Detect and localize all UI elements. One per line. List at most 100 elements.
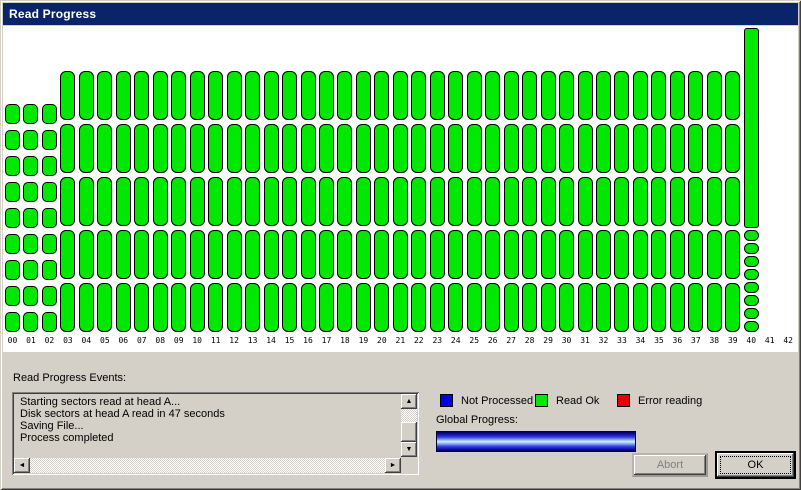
- sector-read-ok: [97, 283, 112, 332]
- sector-read-ok: [688, 283, 703, 332]
- sector-column: 25: [467, 28, 482, 345]
- sector-column: 32: [596, 28, 611, 345]
- sector-column: 16: [301, 28, 316, 345]
- column-label: 01: [23, 336, 38, 345]
- column-label: 19: [356, 336, 371, 345]
- sector-column: 35: [651, 28, 666, 345]
- sector-column: 10: [190, 28, 205, 345]
- sector-read-ok: [356, 71, 371, 120]
- column-label: 30: [559, 336, 574, 345]
- sector-read-ok: [430, 71, 445, 120]
- sector-read-ok: [633, 230, 648, 279]
- sector-read-ok: [504, 71, 519, 120]
- sector-read-ok: [522, 177, 537, 226]
- events-label: Read Progress Events:: [13, 372, 126, 384]
- abort-button[interactable]: Abort: [632, 453, 708, 477]
- sector-read-ok: [485, 177, 500, 226]
- column-label: 10: [190, 336, 205, 345]
- sector-read-ok: [522, 230, 537, 279]
- sector-read-ok: [633, 71, 648, 120]
- ok-label: OK: [748, 459, 764, 471]
- sector-read-ok: [23, 130, 38, 150]
- event-line[interactable]: Starting sectors read at head A...: [20, 396, 399, 408]
- events-listbox[interactable]: Starting sectors read at head A...Disk s…: [12, 392, 419, 475]
- column-label: 29: [541, 336, 556, 345]
- horizontal-scroll-track[interactable]: [30, 458, 385, 473]
- sector-read-ok: [707, 230, 722, 279]
- sector-read-ok: [541, 71, 556, 120]
- sector-read-ok: [282, 283, 297, 332]
- sector-column: 06: [116, 28, 131, 345]
- sector-read-ok: [467, 71, 482, 120]
- column-label: 11: [208, 336, 223, 345]
- sector-read-ok: [153, 71, 168, 120]
- sector-read-ok: [707, 124, 722, 173]
- vertical-scroll-thumb[interactable]: [401, 422, 417, 442]
- sector-column: 31: [578, 28, 593, 345]
- sector-read-ok: [393, 71, 408, 120]
- sector-read-ok: [744, 269, 759, 280]
- sector-read-ok: [411, 124, 426, 173]
- sector-read-ok: [430, 230, 445, 279]
- error-swatch: [617, 394, 630, 407]
- scroll-left-icon[interactable]: ◄: [14, 458, 30, 473]
- sector-read-ok: [190, 124, 205, 173]
- column-label: 27: [504, 336, 519, 345]
- sector-column: 33: [614, 28, 629, 345]
- sector-read-ok: [42, 286, 57, 306]
- title-bar[interactable]: Read Progress: [3, 3, 798, 25]
- sector-read-ok: [60, 71, 75, 120]
- event-line[interactable]: Process completed: [20, 432, 399, 444]
- not-processed-swatch: [440, 394, 453, 407]
- scroll-down-icon[interactable]: ▼: [401, 442, 417, 457]
- sector-column: 17: [319, 28, 334, 345]
- sector-read-ok: [688, 177, 703, 226]
- event-line[interactable]: Disk sectors at head A read in 47 second…: [20, 408, 399, 420]
- sector-read-ok: [578, 71, 593, 120]
- column-label: 16: [301, 336, 316, 345]
- sector-read-ok: [633, 124, 648, 173]
- sector-read-ok: [134, 71, 149, 120]
- scroll-right-icon[interactable]: ►: [385, 458, 401, 473]
- sector-read-ok: [227, 283, 242, 332]
- horizontal-scrollbar[interactable]: ◄ ►: [14, 458, 401, 473]
- sector-read-ok: [5, 312, 20, 332]
- legend-item-error: Error reading: [617, 394, 702, 407]
- ok-button[interactable]: OK: [715, 451, 796, 479]
- sector-read-ok: [245, 177, 260, 226]
- sector-read-ok: [448, 230, 463, 279]
- sector-read-ok: [744, 230, 759, 241]
- sector-read-ok: [374, 283, 389, 332]
- sector-column: 26: [485, 28, 500, 345]
- sector-read-ok: [707, 71, 722, 120]
- sector-read-ok: [264, 124, 279, 173]
- sector-read-ok: [301, 230, 316, 279]
- sector-column: 03: [60, 28, 75, 345]
- sector-column: 22: [411, 28, 426, 345]
- sector-column: 02: [42, 28, 57, 345]
- sector-read-ok: [651, 124, 666, 173]
- column-label: 37: [688, 336, 703, 345]
- column-label: 08: [153, 336, 168, 345]
- sector-read-ok: [744, 256, 759, 267]
- column-label: 25: [467, 336, 482, 345]
- sector-read-ok: [301, 124, 316, 173]
- sector-read-ok: [153, 230, 168, 279]
- sector-read-ok: [670, 283, 685, 332]
- event-line[interactable]: Saving File...: [20, 420, 399, 432]
- sector-read-ok: [393, 283, 408, 332]
- sector-read-ok: [430, 177, 445, 226]
- sector-read-ok: [264, 230, 279, 279]
- vertical-scrollbar[interactable]: ▲ ▼: [401, 394, 417, 457]
- events-list: Starting sectors read at head A...Disk s…: [14, 394, 399, 457]
- sector-read-ok: [688, 71, 703, 120]
- sector-read-ok: [319, 124, 334, 173]
- sector-read-ok: [116, 283, 131, 332]
- sector-read-ok: [227, 177, 242, 226]
- sector-read-ok: [134, 177, 149, 226]
- sector-read-ok: [208, 177, 223, 226]
- sector-column: 14: [264, 28, 279, 345]
- sector-read-ok: [208, 283, 223, 332]
- sector-read-ok: [190, 177, 205, 226]
- scroll-up-icon[interactable]: ▲: [401, 394, 417, 409]
